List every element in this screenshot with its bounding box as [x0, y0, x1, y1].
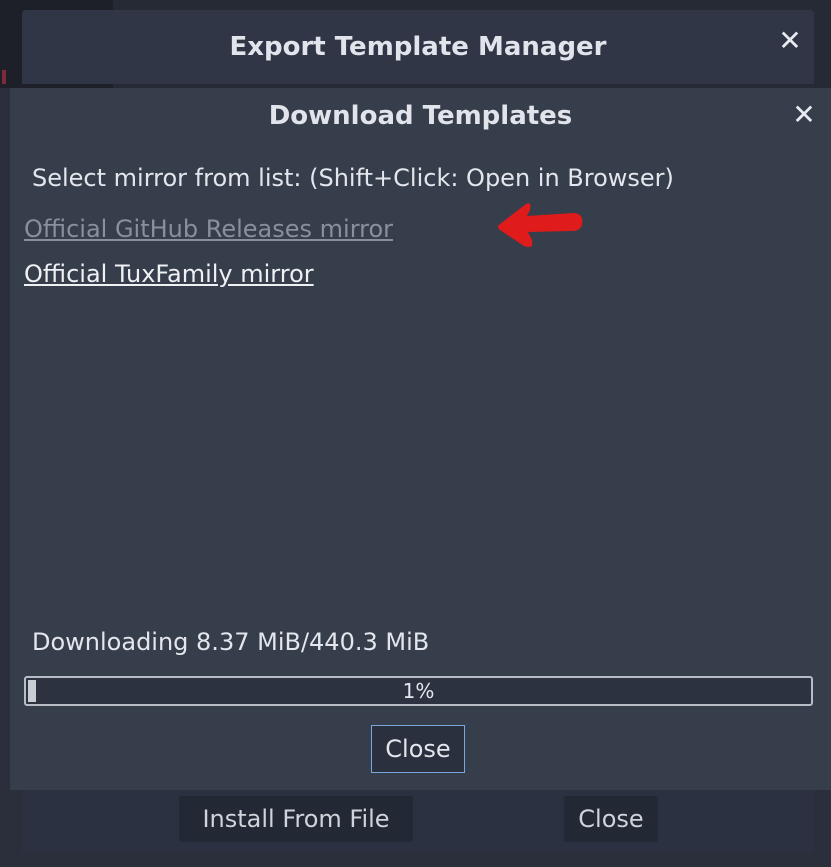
mirror-link-tuxfamily[interactable]: Official TuxFamily mirror — [24, 260, 314, 288]
install-from-file-button[interactable]: Install From File — [179, 796, 413, 842]
mirror-instructions: Select mirror from list: (Shift+Click: O… — [32, 164, 674, 192]
dialog-title: Download Templates — [268, 101, 573, 131]
dialog-close-button[interactable]: Close — [371, 725, 465, 773]
download-progress-bar: 1% — [24, 676, 813, 706]
outer-close-button[interactable]: Close — [564, 796, 658, 842]
outer-window-title: Export Template Manager — [22, 10, 814, 84]
outer-close-icon[interactable]: ✕ — [777, 27, 803, 55]
download-templates-dialog: Download Templates ✕ Select mirror from … — [10, 88, 831, 790]
red-arrow-icon — [498, 203, 583, 248]
mirror-link-github[interactable]: Official GitHub Releases mirror — [24, 215, 393, 243]
outer-window-footer: Install From File Close — [22, 790, 814, 853]
progress-percent: 1% — [402, 679, 435, 703]
outer-window-titlebar: Export Template Manager ✕ — [0, 0, 831, 88]
download-status: Downloading 8.37 MiB/440.3 MiB — [32, 628, 430, 656]
background-window-mark — [2, 70, 6, 84]
dialog-close-icon[interactable]: ✕ — [791, 101, 817, 129]
